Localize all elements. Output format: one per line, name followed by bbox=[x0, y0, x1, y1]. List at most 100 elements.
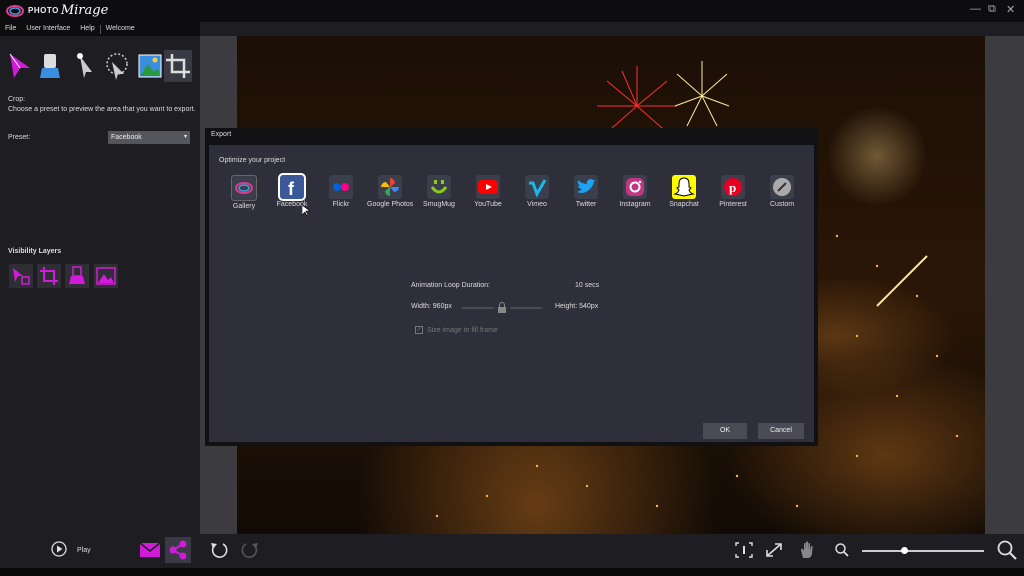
preset-select[interactable]: Facebook ▾ bbox=[108, 131, 190, 144]
size-to-fill-checkbox[interactable]: ✓ Size image to fill frame bbox=[415, 326, 498, 334]
motion-layer-icon bbox=[13, 268, 30, 285]
motion-arrow-tool[interactable] bbox=[6, 50, 34, 82]
menu-bar: File User Interface Help Welcome bbox=[0, 22, 200, 36]
brand-small-text: PHOTO bbox=[28, 6, 59, 15]
export-target-twitter[interactable]: Twitter bbox=[563, 175, 609, 215]
smugmug-icon bbox=[427, 175, 451, 199]
full-screen-icon[interactable] bbox=[764, 541, 784, 559]
taskbar-edge bbox=[0, 568, 1024, 576]
export-target-label: SmugMug bbox=[423, 201, 455, 208]
crop-layer-icon bbox=[40, 267, 58, 285]
export-target-label: Twitter bbox=[575, 201, 597, 208]
cancel-button[interactable]: Cancel bbox=[758, 423, 804, 439]
zoom-in-icon[interactable] bbox=[996, 539, 1018, 561]
mouse-cursor-icon bbox=[302, 205, 310, 217]
dialog-title: Export bbox=[211, 131, 232, 138]
export-target-flickr[interactable]: Flickr bbox=[318, 175, 364, 215]
menu-file[interactable]: File bbox=[0, 22, 21, 36]
crop-title: Crop: bbox=[8, 96, 26, 103]
photomirage-logo-icon bbox=[6, 4, 24, 17]
animation-loop-label: Animation Loop Duration: bbox=[411, 282, 490, 289]
vimeo-icon bbox=[525, 175, 549, 199]
hand-pan-icon[interactable] bbox=[798, 540, 816, 560]
minimize-button[interactable]: — bbox=[970, 3, 981, 15]
export-target-google-photos[interactable]: Google Photos bbox=[367, 175, 413, 215]
snapchat-icon bbox=[672, 175, 696, 199]
close-button[interactable]: ✕ bbox=[1006, 3, 1015, 16]
eraser-layer-icon bbox=[69, 266, 85, 284]
export-target-label: Vimeo bbox=[527, 201, 547, 208]
optimize-label: Optimize your project bbox=[219, 157, 286, 164]
instagram-icon bbox=[623, 175, 647, 199]
zoom-out-icon[interactable] bbox=[834, 542, 850, 558]
animation-loop-value[interactable]: 10 secs bbox=[575, 282, 599, 289]
eraser-tool[interactable] bbox=[36, 50, 64, 82]
email-share-icon[interactable] bbox=[139, 541, 161, 558]
preset-label: Preset: bbox=[8, 134, 31, 141]
gallery-icon bbox=[231, 175, 257, 201]
export-target-gallery[interactable]: Gallery bbox=[221, 175, 267, 215]
app-logo: PHOTO Mirage bbox=[6, 3, 108, 18]
menu-welcome[interactable]: Welcome bbox=[101, 22, 140, 36]
play-icon[interactable] bbox=[51, 541, 67, 557]
menu-user-interface[interactable]: User Interface bbox=[21, 22, 75, 36]
export-target-youtube[interactable]: YouTube bbox=[465, 175, 511, 215]
eraser-icon bbox=[40, 54, 60, 78]
svg-text:p: p bbox=[729, 180, 736, 195]
export-target-label: Pinterest bbox=[719, 201, 747, 208]
motion-arrow-icon bbox=[9, 53, 30, 78]
pinterest-icon: p bbox=[721, 175, 745, 199]
export-dialog: Export Optimize your project Gallery f F… bbox=[205, 128, 818, 446]
svg-text:f: f bbox=[288, 179, 295, 199]
export-target-label: Gallery bbox=[232, 203, 256, 210]
visibility-layers-title: Visibility Layers bbox=[8, 248, 62, 255]
checkmark-icon: ✓ bbox=[415, 326, 423, 334]
title-bar: PHOTO Mirage — ⧉ ✕ bbox=[0, 0, 1024, 22]
visibility-image-button[interactable] bbox=[94, 264, 118, 288]
menu-help[interactable]: Help bbox=[75, 22, 99, 36]
width-label: Width: 960px bbox=[411, 303, 452, 310]
export-target-smugmug[interactable]: SmugMug bbox=[416, 175, 462, 215]
export-target-label: Snapchat bbox=[669, 201, 699, 208]
export-target-custom[interactable]: Custom bbox=[759, 175, 805, 215]
flickr-icon bbox=[329, 175, 353, 199]
aspect-ratio-lock[interactable] bbox=[462, 302, 542, 314]
anchor-point-icon bbox=[77, 53, 92, 78]
image-tool[interactable] bbox=[136, 50, 164, 82]
restore-button[interactable]: ⧉ bbox=[988, 3, 996, 16]
preset-select-value: Facebook bbox=[111, 134, 142, 141]
export-target-vimeo[interactable]: Vimeo bbox=[514, 175, 560, 215]
export-target-instagram[interactable]: Instagram bbox=[612, 175, 658, 215]
youtube-icon bbox=[476, 175, 500, 199]
lasso-selection-icon bbox=[106, 53, 128, 80]
export-target-label: YouTube bbox=[474, 201, 502, 208]
fit-to-screen-icon[interactable] bbox=[734, 541, 754, 559]
export-share-button[interactable] bbox=[165, 537, 191, 563]
facebook-icon: f bbox=[280, 175, 304, 199]
export-target-label: Instagram bbox=[619, 201, 651, 208]
canvas-margin-right bbox=[985, 36, 1024, 534]
play-label[interactable]: Play bbox=[77, 547, 91, 554]
anchor-point-tool[interactable] bbox=[72, 50, 100, 82]
height-label: Height: 540px bbox=[555, 303, 599, 310]
zoom-slider-track[interactable] bbox=[862, 550, 984, 552]
share-icon bbox=[169, 540, 187, 560]
custom-icon bbox=[770, 175, 794, 199]
google-photos-icon bbox=[378, 175, 402, 199]
dialog-body: Optimize your project Gallery f Facebook… bbox=[209, 145, 814, 442]
visibility-crop-button[interactable] bbox=[37, 264, 61, 288]
crop-description: Choose a preset to preview the area that… bbox=[8, 106, 196, 113]
redo-icon[interactable] bbox=[240, 541, 260, 559]
size-to-fill-label: Size image to fill frame bbox=[427, 326, 498, 334]
crop-tool[interactable] bbox=[164, 50, 192, 82]
export-target-label: Google Photos bbox=[367, 201, 414, 208]
export-target-snapchat[interactable]: Snapchat bbox=[661, 175, 707, 215]
selection-tool[interactable] bbox=[102, 50, 130, 82]
export-target-pinterest[interactable]: p Pinterest bbox=[710, 175, 756, 215]
visibility-eraser-button[interactable] bbox=[65, 264, 89, 288]
crop-icon bbox=[166, 54, 190, 78]
export-target-label: Flickr bbox=[332, 201, 350, 208]
visibility-motion-button[interactable] bbox=[9, 264, 33, 288]
ok-button[interactable]: OK bbox=[703, 423, 747, 439]
undo-icon[interactable] bbox=[209, 541, 229, 559]
